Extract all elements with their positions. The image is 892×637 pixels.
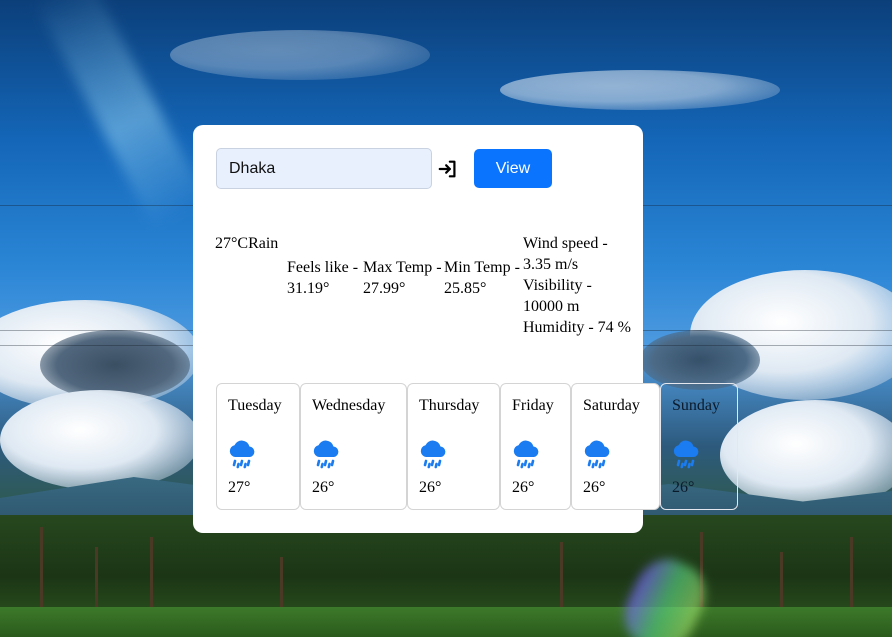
current-weather: 27°CRain Feels like - 31.19° Max Temp - … bbox=[215, 233, 635, 363]
forecast-day-card-overflow: Sunday 26° bbox=[660, 383, 738, 510]
forecast-day-card: Saturday 26° bbox=[571, 383, 660, 510]
forecast-day-name: Saturday bbox=[583, 397, 640, 414]
cloud-rain-icon bbox=[583, 439, 611, 469]
forecast-day-temp: 26° bbox=[583, 479, 606, 496]
forecast-day-name: Wednesday bbox=[312, 397, 386, 414]
view-button[interactable]: View bbox=[474, 149, 552, 188]
current-condition: Rain bbox=[248, 235, 279, 252]
forecast-day-name: Sunday bbox=[672, 397, 720, 414]
forecast-day-card: Friday 26° bbox=[500, 383, 571, 510]
forecast-day-temp: 26° bbox=[312, 479, 335, 496]
cloud-rain-icon bbox=[419, 439, 447, 469]
forecast-day-temp: 26° bbox=[672, 479, 695, 496]
cloud bbox=[720, 400, 892, 510]
visibility: Visibility - 10000 m bbox=[523, 277, 592, 315]
min-temp: Min Temp - 25.85° bbox=[444, 259, 520, 297]
forecast-day-name: Friday bbox=[512, 397, 554, 414]
forecast-day-name: Tuesday bbox=[228, 397, 282, 414]
sunbeam bbox=[32, 0, 208, 229]
wind-speed: Wind speed - 3.35 m/s bbox=[523, 235, 608, 273]
city-search-input[interactable] bbox=[216, 148, 432, 189]
forecast-day-name: Thursday bbox=[419, 397, 480, 414]
cloud bbox=[640, 330, 760, 390]
cloud-rain-icon bbox=[672, 439, 700, 469]
cloud bbox=[500, 70, 780, 110]
forecast-day-temp: 26° bbox=[419, 479, 442, 496]
cloud-rain-icon bbox=[512, 439, 540, 469]
cloud-rain-icon bbox=[228, 439, 256, 469]
forecast-day-card: Wednesday 26° bbox=[300, 383, 407, 510]
forecast-day-card: Tuesday 27° bbox=[216, 383, 300, 510]
current-temperature: 27°C bbox=[215, 235, 249, 252]
max-temp: Max Temp - 27.99° bbox=[363, 259, 442, 297]
enter-icon[interactable] bbox=[436, 157, 460, 181]
cloud bbox=[0, 390, 200, 490]
weather-card: View 27°CRain Feels like - 31.19° Max Te… bbox=[193, 125, 660, 533]
cloud-rain-icon bbox=[312, 439, 340, 469]
forecast-day-card: Thursday 26° bbox=[407, 383, 500, 510]
grass bbox=[0, 607, 892, 637]
details-list: Wind speed - 3.35 m/s Visibility - 10000… bbox=[523, 233, 633, 338]
cloud bbox=[40, 330, 190, 400]
forecast-day-temp: 27° bbox=[228, 479, 251, 496]
forecast-day-temp: 26° bbox=[512, 479, 535, 496]
cloud bbox=[170, 30, 430, 80]
search-row: View bbox=[216, 148, 552, 189]
current-temp-condition: 27°CRain bbox=[215, 233, 278, 254]
feels-like: Feels like - 31.19° bbox=[287, 259, 359, 297]
humidity: Humidity - 74 % bbox=[523, 319, 631, 336]
